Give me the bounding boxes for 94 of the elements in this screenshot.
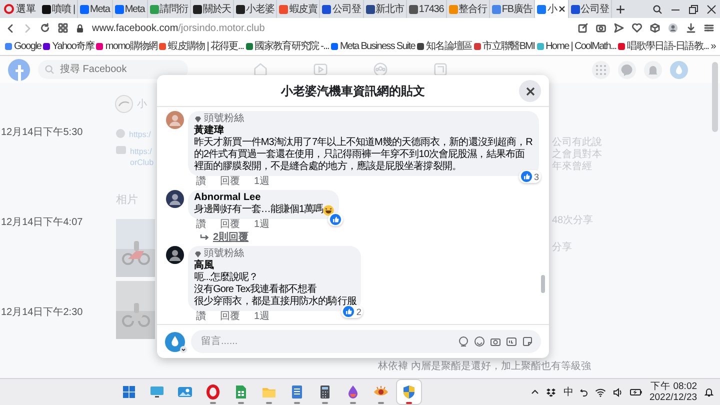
- send-icon[interactable]: [614, 23, 624, 33]
- clock[interactable]: 下午 08:02 2022/12/23: [649, 381, 698, 403]
- browser-tab[interactable]: 小: [535, 0, 569, 18]
- bookmark[interactable]: Home | CoolMath...: [536, 39, 618, 54]
- author-name[interactable]: 高風: [194, 260, 356, 272]
- timestamp: 1週: [254, 311, 270, 323]
- sticker-icon[interactable]: [522, 336, 533, 347]
- comment-text: 沒有Gore Tex我連看都不想看: [194, 284, 318, 296]
- close-button[interactable]: [519, 80, 541, 102]
- page-logo-icon: [115, 95, 133, 113]
- comment-text: 身邊剛好有一套…能賺個1萬嗎: [194, 204, 324, 216]
- comment-text: 很少穿雨衣，都是直接用防水的騎行服: [194, 296, 356, 308]
- search-bar[interactable]: 搜尋 Facebook: [38, 60, 188, 79]
- timestamp: 1週: [254, 219, 270, 231]
- bookmark[interactable]: Google: [4, 39, 42, 54]
- battery-icon[interactable]: [630, 388, 642, 396]
- chevron-down-icon[interactable]: [180, 346, 187, 352]
- badge-label: 頭號粉絲: [204, 248, 244, 259]
- camera-icon[interactable]: [490, 336, 501, 347]
- close-icon: [526, 86, 534, 96]
- bookmark[interactable]: Yahoo奇摩: [42, 39, 96, 54]
- replies-link[interactable]: 2則回覆: [192, 231, 539, 244]
- action-link[interactable]: 讚: [196, 176, 206, 188]
- reload-icon[interactable]: [40, 23, 50, 33]
- search-icon: [45, 65, 54, 74]
- photos-icon: [176, 384, 193, 400]
- comment-box[interactable]: 留言......: [191, 330, 541, 353]
- chevron-up-icon[interactable]: [531, 388, 540, 396]
- badge-label: 頭號粉絲: [204, 113, 244, 124]
- close-icon: [706, 4, 716, 14]
- scrollbar[interactable]: [712, 62, 718, 132]
- address-field[interactable]: www.facebook.com/jorsindo.motor.club: [92, 20, 570, 36]
- bookmark[interactable]: 國家教育研究院 -...: [244, 39, 330, 54]
- lock-icon: [76, 24, 84, 32]
- menu-button[interactable]: 選單: [0, 0, 40, 18]
- timestamp: 12月14日下午4:07: [1, 216, 84, 230]
- comment-text: 林依褘 內層是聚酯是還好，加上聚酯也有等級強: [378, 360, 591, 374]
- search-icon: [652, 4, 662, 14]
- opera-icon: [4, 4, 14, 14]
- scrollbar[interactable]: [541, 275, 545, 293]
- close-icon[interactable]: [558, 5, 566, 13]
- bookmark[interactable]: Meta Business Suite: [330, 39, 416, 54]
- undo-icon[interactable]: [580, 388, 588, 396]
- bookmark[interactable]: 唱歌學日語-日語教...: [617, 39, 710, 54]
- action-link[interactable]: 回覆: [220, 311, 240, 323]
- reaction-count: 3: [534, 172, 539, 182]
- bookmark[interactable]: 蝦皮購物 | 花得更...: [158, 39, 245, 54]
- input-language-button[interactable]: 中: [563, 384, 574, 400]
- reaction-count: 2: [356, 306, 362, 316]
- avatar-icon[interactable]: [166, 190, 184, 208]
- comment-text: 呃...怎麼說呢？: [194, 272, 260, 284]
- back-icon[interactable]: [6, 24, 15, 32]
- grid-icon[interactable]: [58, 23, 68, 33]
- wifi-icon[interactable]: [595, 388, 606, 396]
- shield-icon: [400, 384, 417, 400]
- gif-icon[interactable]: [506, 336, 517, 347]
- author-name[interactable]: Abnormal Lee: [194, 192, 334, 204]
- edit-icon[interactable]: [578, 23, 588, 33]
- speaker-icon[interactable]: [613, 388, 624, 396]
- avatar-sticker-icon[interactable]: [458, 336, 469, 347]
- comment-text: 昨天才新買一件M3淘汰用了7年以上不知道M幾的天德雨衣，新的還沒到超商，R的2件式有買過一套還在使用，只記得雨褲一年穿不到10次會屁股濕，結果布面裡面的膠膜裂開，不是縫合處的地方，應該是屁股坐著撐裂開。: [194, 137, 534, 173]
- action-link[interactable]: 回覆: [220, 176, 240, 188]
- action-link[interactable]: 讚: [196, 311, 206, 323]
- timestamp: 12月14日下午5:30: [1, 126, 84, 140]
- avatar-icon[interactable]: [166, 246, 184, 264]
- camera-icon[interactable]: [596, 23, 606, 33]
- monitor-icon: [148, 384, 165, 400]
- diamond-icon: [194, 116, 202, 122]
- settings-icon[interactable]: [704, 23, 714, 33]
- emoji-icon[interactable]: [474, 336, 485, 347]
- dropbox-icon[interactable]: [546, 388, 556, 396]
- search-field[interactable]: 搜尋 Facebook: [58, 61, 168, 78]
- bookmark[interactable]: 市立聯醫BMI: [472, 39, 536, 54]
- bell-icon[interactable]: [704, 387, 714, 397]
- start-icon: [120, 384, 137, 400]
- action-link[interactable]: 讚: [196, 219, 206, 231]
- reply-arrow-icon: [200, 234, 209, 242]
- heart-icon[interactable]: [632, 23, 642, 33]
- dialog-title: 小老婆汽機車資訊網的貼文: [281, 82, 425, 100]
- timestamp: 1週: [254, 176, 270, 188]
- opera-icon: [204, 384, 221, 400]
- action-link[interactable]: 回覆: [220, 219, 240, 231]
- author-name[interactable]: 黃建瑋: [194, 125, 534, 137]
- plus-icon: [616, 4, 626, 14]
- comment-field[interactable]: 留言......: [199, 333, 453, 350]
- diamond-icon: [194, 250, 202, 258]
- download-icon[interactable]: [686, 23, 696, 33]
- shield-taskbar-button[interactable]: [396, 380, 421, 404]
- bookmark[interactable]: momo購物網: [95, 39, 158, 54]
- more-bookmarks-button[interactable]: »: [710, 39, 716, 54]
- timestamp: 12月14日下午2:30: [1, 306, 84, 320]
- bookmark[interactable]: 知名論壇區: [416, 39, 473, 54]
- restore-icon: [688, 4, 698, 14]
- cube-icon[interactable]: [650, 23, 660, 33]
